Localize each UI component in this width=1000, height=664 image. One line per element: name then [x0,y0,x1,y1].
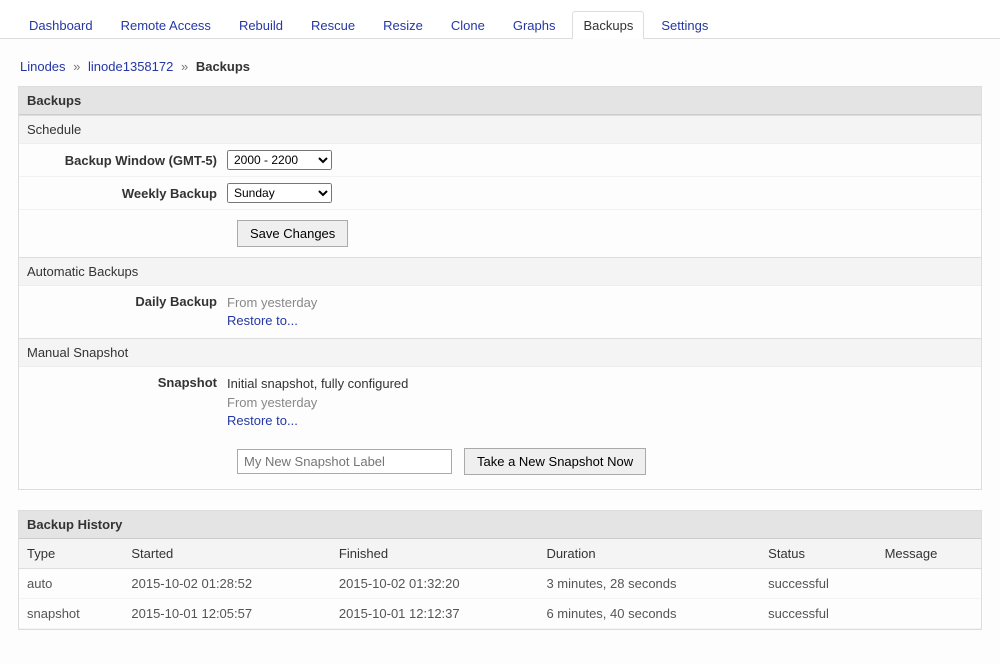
manual-snapshot-header: Manual Snapshot [19,338,981,367]
cell-message [877,568,981,598]
cell-duration: 6 minutes, 40 seconds [538,598,760,628]
backup-history-table: Type Started Finished Duration Status Me… [19,539,981,629]
table-row: auto2015-10-02 01:28:522015-10-02 01:32:… [19,568,981,598]
backup-history-title: Backup History [19,511,981,539]
tab-dashboard[interactable]: Dashboard [18,11,104,39]
breadcrumb-node[interactable]: linode1358172 [88,59,173,74]
cell-type: snapshot [19,598,123,628]
col-duration: Duration [538,539,760,569]
tab-remote-access[interactable]: Remote Access [110,11,222,39]
breadcrumb-sep: » [73,59,80,74]
backup-history-panel: Backup History Type Started Finished Dur… [18,510,982,630]
save-changes-button[interactable]: Save Changes [237,220,348,247]
cell-type: auto [19,568,123,598]
tab-settings[interactable]: Settings [650,11,719,39]
breadcrumb-current: Backups [196,59,250,74]
backup-window-label: Backup Window (GMT-5) [27,153,227,168]
col-message: Message [877,539,981,569]
snapshot-label: Snapshot [27,375,227,430]
tab-backups[interactable]: Backups [572,11,644,39]
snapshot-desc: Initial snapshot, fully configured [227,376,408,391]
weekly-backup-select[interactable]: Sunday [227,183,332,203]
tab-clone[interactable]: Clone [440,11,496,39]
top-tabs: DashboardRemote AccessRebuildRescueResiz… [0,0,1000,39]
breadcrumb-sep: » [181,59,188,74]
schedule-header: Schedule [19,115,981,144]
automatic-backups-header: Automatic Backups [19,257,981,286]
take-snapshot-button[interactable]: Take a New Snapshot Now [464,448,646,475]
cell-started: 2015-10-02 01:28:52 [123,568,331,598]
col-started: Started [123,539,331,569]
snapshot-label-input[interactable] [237,449,452,474]
cell-status: successful [760,568,876,598]
table-row: snapshot2015-10-01 12:05:572015-10-01 12… [19,598,981,628]
tab-resize[interactable]: Resize [372,11,434,39]
daily-restore-link[interactable]: Restore to... [227,313,298,328]
weekly-backup-label: Weekly Backup [27,186,227,201]
col-status: Status [760,539,876,569]
col-type: Type [19,539,123,569]
snapshot-when: From yesterday [227,395,317,410]
backup-window-select[interactable]: 2000 - 2200 [227,150,332,170]
cell-message [877,598,981,628]
tab-rebuild[interactable]: Rebuild [228,11,294,39]
cell-finished: 2015-10-01 12:12:37 [331,598,539,628]
cell-status: successful [760,598,876,628]
daily-backup-when: From yesterday [227,295,317,310]
backups-panel: Backups Schedule Backup Window (GMT-5) 2… [18,86,982,490]
daily-backup-label: Daily Backup [27,294,227,330]
cell-started: 2015-10-01 12:05:57 [123,598,331,628]
breadcrumb-root[interactable]: Linodes [20,59,66,74]
cell-duration: 3 minutes, 28 seconds [538,568,760,598]
tab-graphs[interactable]: Graphs [502,11,567,39]
cell-finished: 2015-10-02 01:32:20 [331,568,539,598]
snapshot-restore-link[interactable]: Restore to... [227,413,298,428]
col-finished: Finished [331,539,539,569]
panel-title: Backups [19,87,981,115]
tab-rescue[interactable]: Rescue [300,11,366,39]
breadcrumb: Linodes » linode1358172 » Backups [18,53,982,86]
